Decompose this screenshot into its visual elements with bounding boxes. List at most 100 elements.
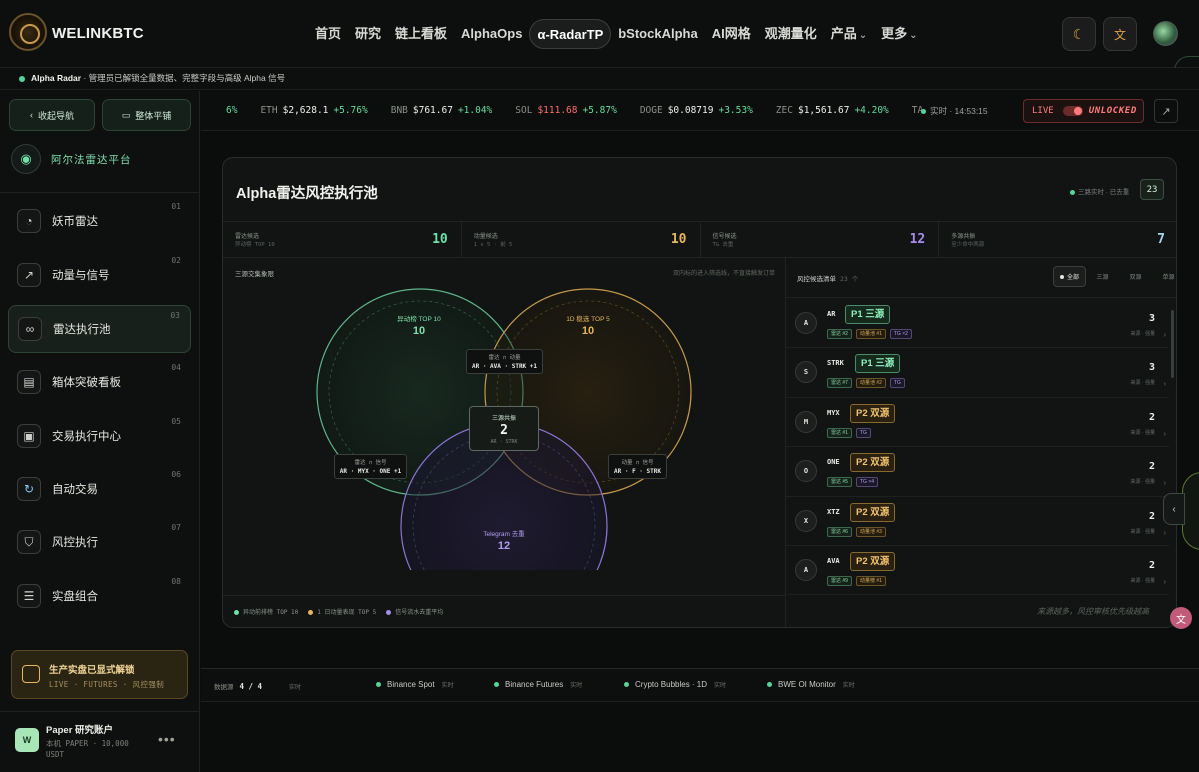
legend-item-signal: 信号流水去重平均 [386,607,443,616]
feed-bwe-oi[interactable]: BWE OI Monitor 实时 [767,680,855,689]
sidebar-item-number: 08 [171,577,181,586]
ticker-item[interactable]: ETH $2,628.1 +5.76% [260,105,367,116]
filter-all[interactable]: 全部 [1053,266,1086,287]
chevron-right-icon: › [1163,332,1166,339]
priority-badge: P2 双源 [850,551,896,571]
momentum-signal-intersection[interactable]: 动量 ∩ 信号 AR · F · STRK [608,454,667,479]
ticker-item[interactable]: SOL $111.68 +5.87% [515,105,617,116]
account-avatar[interactable]: W [15,728,39,752]
ticker-track: 6% ETH $2,628.1 +5.76% BNB $761.67 +1.04% SOL $1… [226,105,951,116]
status-dot-icon [624,682,629,688]
nav-onchain[interactable]: 链上看板 [388,19,454,49]
language-button[interactable]: 文 [1103,17,1137,51]
top-header: WELINKBTC 首页 研究 链上看板 AlphaOps α-RadarTP … [0,0,1199,68]
stat-subtitle: 至少命中两源 [951,242,985,248]
announcement-text: · 管理员已解锁全量数据、完整字段与高级 Alpha 信号 [81,73,286,83]
collapse-side-panel-button[interactable]: ‹ [1163,493,1185,525]
platform-name: 阿尔法雷达平台 [51,153,132,166]
collapse-nav-button[interactable]: ‹ 收起导航 [9,99,95,131]
radar-momentum-intersection[interactable]: 雷达 ∩ 动量 AR · AVA · STRK +1 [466,349,543,374]
nav-ai-grid[interactable]: AI网格 [705,19,758,49]
logo-icon[interactable] [9,13,47,51]
nav-products[interactable]: 产品 ⌄ [824,19,874,49]
live-mode-toggle[interactable]: LIVE UNLOCKED [1023,99,1144,123]
legend-label: 1 日动量表现 TOP 5 [317,609,377,616]
nav-quant[interactable]: 观潮量化 [758,19,824,49]
sidebar-item-portfolio[interactable]: ☰ 实盘组合 08 [8,572,191,620]
sidebar-item-risk-control[interactable]: ⛉ 风控执行 07 [8,518,191,566]
toggle-switch[interactable] [1062,106,1083,116]
translate-icon: 文 [1113,27,1126,42]
ticker-price: $2,628.1 [282,105,329,116]
ticker-item[interactable]: BNB $761.67 +1.04% [391,105,493,116]
ticker-symbol: SOL [515,105,533,116]
nav-bstockalpha[interactable]: bStockAlpha [611,19,704,49]
live-unlock-card[interactable]: 生产实盘已显式解锁 LIVE · FUTURES · 风控强制 [11,650,188,699]
sidebar-item-box-breakout[interactable]: ▤ 箱体突破看板 04 [8,358,191,406]
nav-research[interactable]: 研究 [348,19,388,49]
source-tag: 雷达 #6 [827,526,852,537]
filter-three-source[interactable]: 三源 [1086,266,1119,287]
filter-two-source[interactable]: 双源 [1119,266,1152,287]
logo-text[interactable]: WELINKBTC [52,25,144,42]
legend-dot-icon [234,610,239,615]
ticker-price: $1,561.67 [797,105,850,116]
more-options-icon[interactable]: ••• [158,731,176,747]
coin-avatar: A [795,558,817,581]
sidebar-item-label: 动量与信号 [52,270,110,282]
sidebar-item-momentum[interactable]: ↗ 动量与信号 02 [8,251,191,299]
candidate-row[interactable]: A AVA P2 双源 雷达 #9 动量榜 #1 2 来源 · 强量 › [786,546,1169,596]
sidebar-item-radar-pool[interactable]: ∞ 雷达执行池 03 [8,305,191,353]
stat-value: 12 [909,232,926,247]
ticker-item[interactable]: DOGE $0.08719 +3.53% [640,105,753,116]
feed-crypto-bubbles[interactable]: Crypto Bubbles · 1D 实时 [624,680,726,689]
ticker-item[interactable]: ZEC $1,561.67 +4.20% [776,105,889,116]
candidate-row[interactable]: S STRK P1 三源 雷达 #7 动量池 #2 TG 3 来源 · 强量 › [786,348,1169,398]
feed-binance-futures[interactable]: Binance Futures 实时 [494,680,582,689]
trend-icon: ↗ [17,263,41,287]
sidebar-item-meme-radar[interactable]: ◔ 妖币雷达 01 [8,197,191,245]
ticker-change: +3.53% [718,105,753,116]
nav-more[interactable]: 更多 ⌄ [874,19,924,49]
external-link-icon[interactable]: ↗ [1154,99,1178,123]
tile-layout-button[interactable]: ▭ 整体平铺 [102,99,191,131]
panel-title: Alpha雷达风控执行池 [236,186,378,202]
feed-binance-spot[interactable]: Binance Spot 实时 [376,680,454,689]
data-source-value: 4 / 4 [239,682,263,691]
portfolio-icon: ☰ [17,584,41,608]
source-tag: TG [855,427,871,438]
triple-intersection[interactable]: 三源共振 2 AR · STRK [469,406,539,451]
feed-name: Binance Spot [387,680,435,689]
total-count-badge: 23 [1140,179,1164,200]
clock-status: 实时 · 14:53:15 [921,105,988,117]
candidate-row[interactable]: A AR P1 三源 雷达 #2 动量池 #1 TG ×2 3 来源 · 强量 › [786,299,1169,349]
momentum-set-label: 1D 稳选 TOP 5 10 [547,313,629,337]
ticker-item[interactable]: 6% [226,105,237,116]
nav-home[interactable]: 首页 [308,19,348,49]
candidate-row[interactable]: M MYX P2 双源 雷达 #1 TG 2 来源 · 强量 › [786,398,1169,448]
translate-bubble-icon[interactable]: 文 [1170,607,1192,629]
candidate-row[interactable]: O ONE P2 双源 雷达 #5 TG ×4 2 来源 · 强量 › [786,447,1169,497]
triple-title: 三源共振 [491,415,516,422]
layout-icon: ▭ [121,109,131,120]
user-avatar[interactable] [1153,21,1178,46]
filter-single-source[interactable]: 单源 [1152,266,1176,287]
sidebar-item-trade-center[interactable]: ▣ 交易执行中心 05 [8,412,191,460]
ticker-symbol: BNB [390,105,408,116]
priority-badge: P1 三源 [845,305,891,324]
radar-signal-intersection[interactable]: 雷达 ∩ 信号 AR · MYX · ONE +1 [334,454,407,479]
source-tags: 雷达 #2 动量池 #1 TG ×2 [827,329,912,339]
theme-toggle-button[interactable]: ☾ [1062,17,1096,51]
nav-radartp[interactable]: α-RadarTP [529,19,612,49]
list-scrollbar[interactable] [1171,310,1174,378]
source-tag: 动量榜 #1 [855,575,886,586]
nav-alphaops[interactable]: AlphaOps [454,19,529,49]
coin-symbol: XTZ [827,507,840,516]
sidebar-item-auto-trade[interactable]: ↻ 自动交易 06 [8,465,191,513]
source-filter-tabs: 全部 三源 双源 单源 [1053,266,1176,287]
ticker-symbol: ETH [260,105,278,116]
candidate-row[interactable]: X XTZ P2 双源 雷达 #6 动量池 #3 2 来源 · 强量 › [786,497,1169,546]
panel-meta: 三路实时 · 已去重 [1070,186,1129,196]
sidebar-item-label: 实盘组合 [52,591,98,603]
legend-dot-icon [386,610,392,615]
